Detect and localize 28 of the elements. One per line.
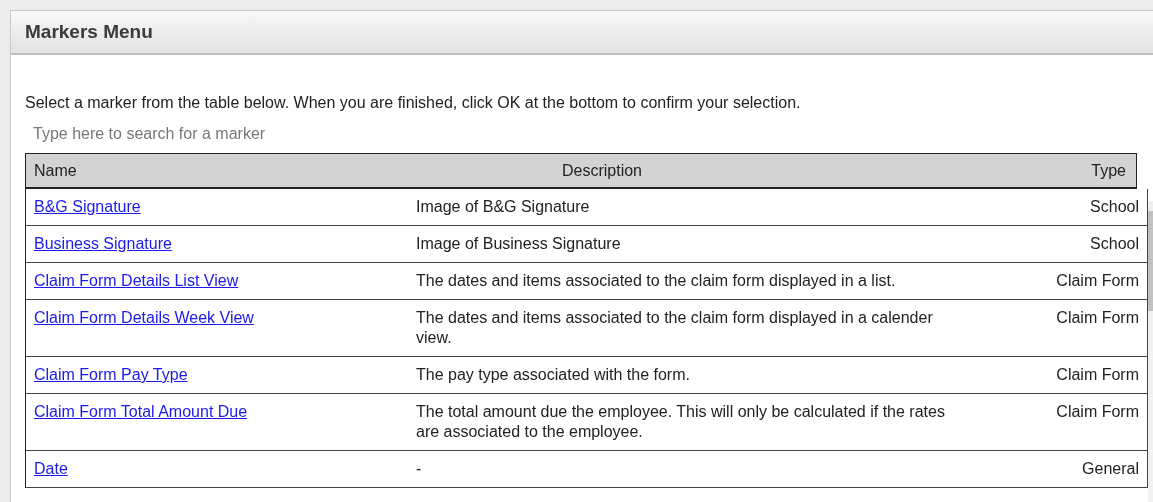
type-text: Claim Form	[1056, 309, 1139, 326]
type-text: School	[1090, 235, 1139, 252]
scrollbar-thumb[interactable]	[1148, 211, 1153, 311]
marker-link[interactable]: Business Signature	[34, 235, 172, 252]
type-text: Claim Form	[1056, 366, 1139, 383]
description-text: The total amount due the employee. This will only be calculated if the rates are associated to the employee.	[416, 403, 945, 440]
dialog-title: Markers Menu	[25, 21, 153, 43]
marker-link[interactable]: B&G Signature	[34, 198, 141, 215]
description-text: Image of Business Signature	[416, 235, 621, 252]
description-text: The pay type associated with the form.	[416, 366, 690, 383]
scrollbar[interactable]	[1148, 201, 1153, 502]
type-text: School	[1090, 198, 1139, 215]
marker-link[interactable]: Date	[34, 460, 68, 477]
column-header: Type	[1091, 161, 1127, 180]
marker-link[interactable]: Claim Form Details Week View	[34, 309, 254, 326]
column-header: Description	[562, 161, 642, 180]
marker-link[interactable]: Claim Form Total Amount Due	[34, 403, 248, 420]
marker-link[interactable]: Claim Form Details List View	[34, 272, 239, 289]
column-header: Name	[33, 161, 77, 180]
description-text: Image of B&G Signature	[416, 198, 590, 215]
description-text: The dates and items associated to the claim form displayed in a calender view.	[416, 309, 933, 346]
type-text: General	[1082, 460, 1139, 477]
description-text: The dates and items associated to the claim form displayed in a list.	[416, 272, 896, 289]
type-text: Claim Form	[1056, 403, 1139, 420]
instructions-text: Select a marker from the table below. When you are finished, click OK at the bottom to confirm your selection.	[25, 93, 802, 113]
marker-link[interactable]: Claim Form Pay Type	[34, 366, 188, 383]
type-text: Claim Form	[1056, 272, 1139, 289]
description-text: -	[416, 460, 422, 477]
